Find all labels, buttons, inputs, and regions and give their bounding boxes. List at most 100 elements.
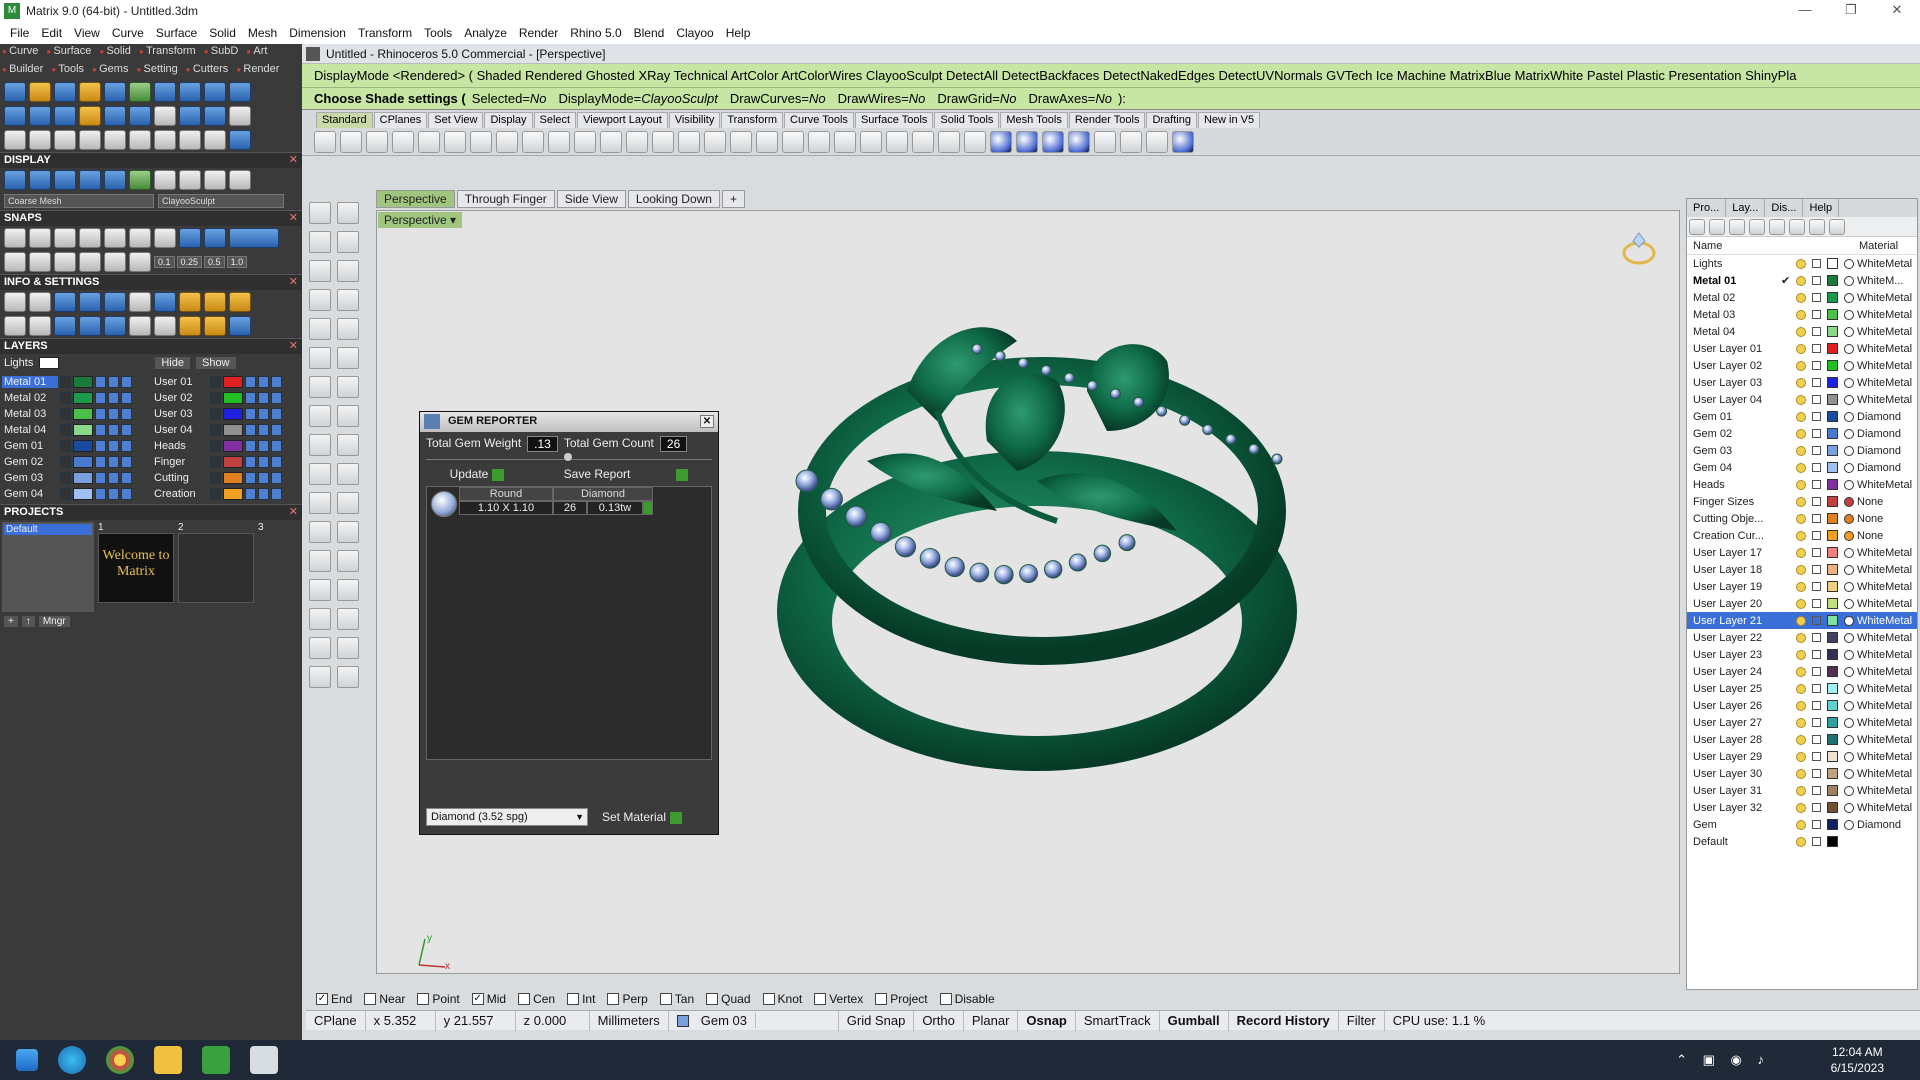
prompt-option[interactable]: DrawWires=No	[838, 91, 926, 106]
layer-color-swatch[interactable]	[1827, 496, 1838, 507]
lock-icon[interactable]	[1812, 514, 1821, 523]
select-tool-icon[interactable]	[4, 130, 26, 150]
tan-snap-icon[interactable]	[204, 228, 226, 248]
layer-color-swatch[interactable]	[1827, 785, 1838, 796]
rhino-taskbar-icon[interactable]	[250, 1046, 278, 1074]
current-icon[interactable]	[271, 392, 282, 404]
menu-curve[interactable]: Curve	[106, 26, 150, 40]
viewport-dropdown-icon[interactable]: ▾	[450, 213, 456, 227]
rectangle-icon[interactable]	[337, 289, 359, 311]
show-button[interactable]: Show	[195, 357, 236, 369]
layer-color-swatch[interactable]	[1827, 479, 1838, 490]
layer-color-swatch[interactable]	[223, 424, 243, 436]
lock-icon[interactable]	[1812, 752, 1821, 761]
material-select[interactable]: Diamond (3.52 spg)	[426, 808, 588, 826]
sphere-grey-icon[interactable]	[179, 170, 201, 190]
checkbox[interactable]	[875, 993, 888, 1005]
layer-row[interactable]: Metal 04	[2, 422, 152, 438]
current-icon[interactable]	[271, 472, 282, 484]
text-icon[interactable]	[337, 347, 359, 369]
undo-icon[interactable]	[522, 130, 544, 153]
lock-icon[interactable]	[1812, 259, 1821, 268]
col-name[interactable]: Name	[1687, 237, 1807, 254]
layer-color-swatch[interactable]	[223, 472, 243, 484]
cplane-icon[interactable]	[756, 130, 778, 153]
expand-icon[interactable]	[210, 488, 221, 500]
add-project-icon[interactable]: +	[4, 616, 18, 627]
menu-render[interactable]: Render	[513, 26, 564, 40]
gem-cutter-icon[interactable]	[154, 106, 176, 126]
layer-row[interactable]: User Layer 26 WhiteMetal	[1687, 697, 1917, 714]
layer-color-swatch[interactable]	[223, 392, 243, 404]
lightbulb-icon[interactable]	[1796, 258, 1806, 269]
projects-section-header[interactable]: PROJECTS ✕	[0, 504, 302, 520]
visible-icon[interactable]	[95, 488, 106, 500]
gumball-icon[interactable]	[309, 637, 331, 659]
mid-snap-icon[interactable]	[104, 228, 126, 248]
ortho-snap-icon[interactable]	[229, 228, 279, 248]
cylinder-icon[interactable]	[309, 405, 331, 427]
lightbulb-icon[interactable]	[1796, 768, 1806, 779]
up-arrow-icon[interactable]: ↑	[21, 616, 35, 627]
layer-color-swatch[interactable]	[223, 376, 243, 388]
doc-icon[interactable]	[154, 316, 176, 336]
folder-icon[interactable]	[154, 1046, 182, 1074]
prompt-option[interactable]: Selected=No	[472, 91, 547, 106]
visible-icon[interactable]	[245, 472, 256, 484]
lightbulb-icon[interactable]	[1796, 292, 1806, 303]
new-file-icon[interactable]	[314, 130, 336, 153]
lock-icon[interactable]	[1812, 395, 1821, 404]
current-icon[interactable]	[121, 440, 132, 452]
tools-icon[interactable]	[1809, 219, 1825, 235]
shank-tool-icon[interactable]	[179, 82, 201, 102]
expand-icon[interactable]	[60, 424, 71, 436]
expand-icon[interactable]	[210, 408, 221, 420]
filter-icon[interactable]	[1789, 219, 1805, 235]
help-icon[interactable]	[229, 316, 251, 336]
fillet-tool-icon[interactable]	[204, 106, 226, 126]
join-icon[interactable]	[337, 550, 359, 572]
display-mode-dropdown[interactable]: ClayooSculpt	[158, 194, 284, 208]
array-icon[interactable]	[309, 550, 331, 572]
toolbar-tab-curve-tools[interactable]: Curve Tools	[784, 112, 854, 128]
visible-icon[interactable]	[95, 456, 106, 468]
ring-model[interactable]	[757, 271, 1317, 831]
gem-reporter-titlebar[interactable]: GEM REPORTER ✕	[420, 412, 718, 432]
wand-icon[interactable]	[129, 252, 151, 272]
expand-icon[interactable]	[60, 472, 71, 484]
check-icon[interactable]	[337, 637, 359, 659]
lock-icon[interactable]	[1812, 684, 1821, 693]
units-status[interactable]: Millimeters	[590, 1010, 669, 1031]
prong-tool-icon[interactable]	[229, 82, 251, 102]
select-arrow-icon[interactable]	[309, 202, 331, 224]
mirror-tool-icon[interactable]	[79, 130, 101, 150]
box-icon[interactable]	[309, 376, 331, 398]
head-tool-icon[interactable]	[79, 82, 101, 102]
layer-row[interactable]: Gem 04 Diamond	[1687, 459, 1917, 476]
hide-icon[interactable]	[886, 130, 908, 153]
sphere-white-icon[interactable]	[154, 170, 176, 190]
layer-row[interactable]: Creation Cur... None	[1687, 527, 1917, 544]
cen-snap-icon[interactable]	[129, 228, 151, 248]
panel-tab[interactable]: Lay...	[1726, 199, 1766, 217]
osnap-quad[interactable]: Quad	[706, 992, 751, 1006]
maximize-button[interactable]: ❐	[1828, 0, 1874, 22]
layer-row[interactable]: Metal 02	[2, 390, 152, 406]
display-section-header[interactable]: DISPLAY ✕	[0, 152, 302, 168]
layer-row[interactable]: Gem 02 Diamond	[1687, 425, 1917, 442]
matrix-tab-curve[interactable]: Curve	[2, 44, 38, 62]
ruler-icon[interactable]	[79, 252, 101, 272]
prompt-option[interactable]: DrawGrid=No	[937, 91, 1016, 106]
layer-row[interactable]: User Layer 29 WhiteMetal	[1687, 748, 1917, 765]
split-icon[interactable]	[309, 608, 331, 630]
snap-value[interactable]: 0.1	[154, 256, 175, 268]
current-icon[interactable]	[271, 376, 282, 388]
layer-row[interactable]: User Layer 19 WhiteMetal	[1687, 578, 1917, 595]
layer-color-swatch[interactable]	[1827, 836, 1838, 847]
layer-color-swatch[interactable]	[1827, 581, 1838, 592]
layer-color-swatch[interactable]	[1827, 530, 1838, 541]
toolbar-tab-solid-tools[interactable]: Solid Tools	[934, 112, 1000, 128]
project-icon[interactable]	[337, 608, 359, 630]
flow-tool-icon[interactable]	[129, 106, 151, 126]
circle-tool-icon[interactable]	[229, 130, 251, 150]
